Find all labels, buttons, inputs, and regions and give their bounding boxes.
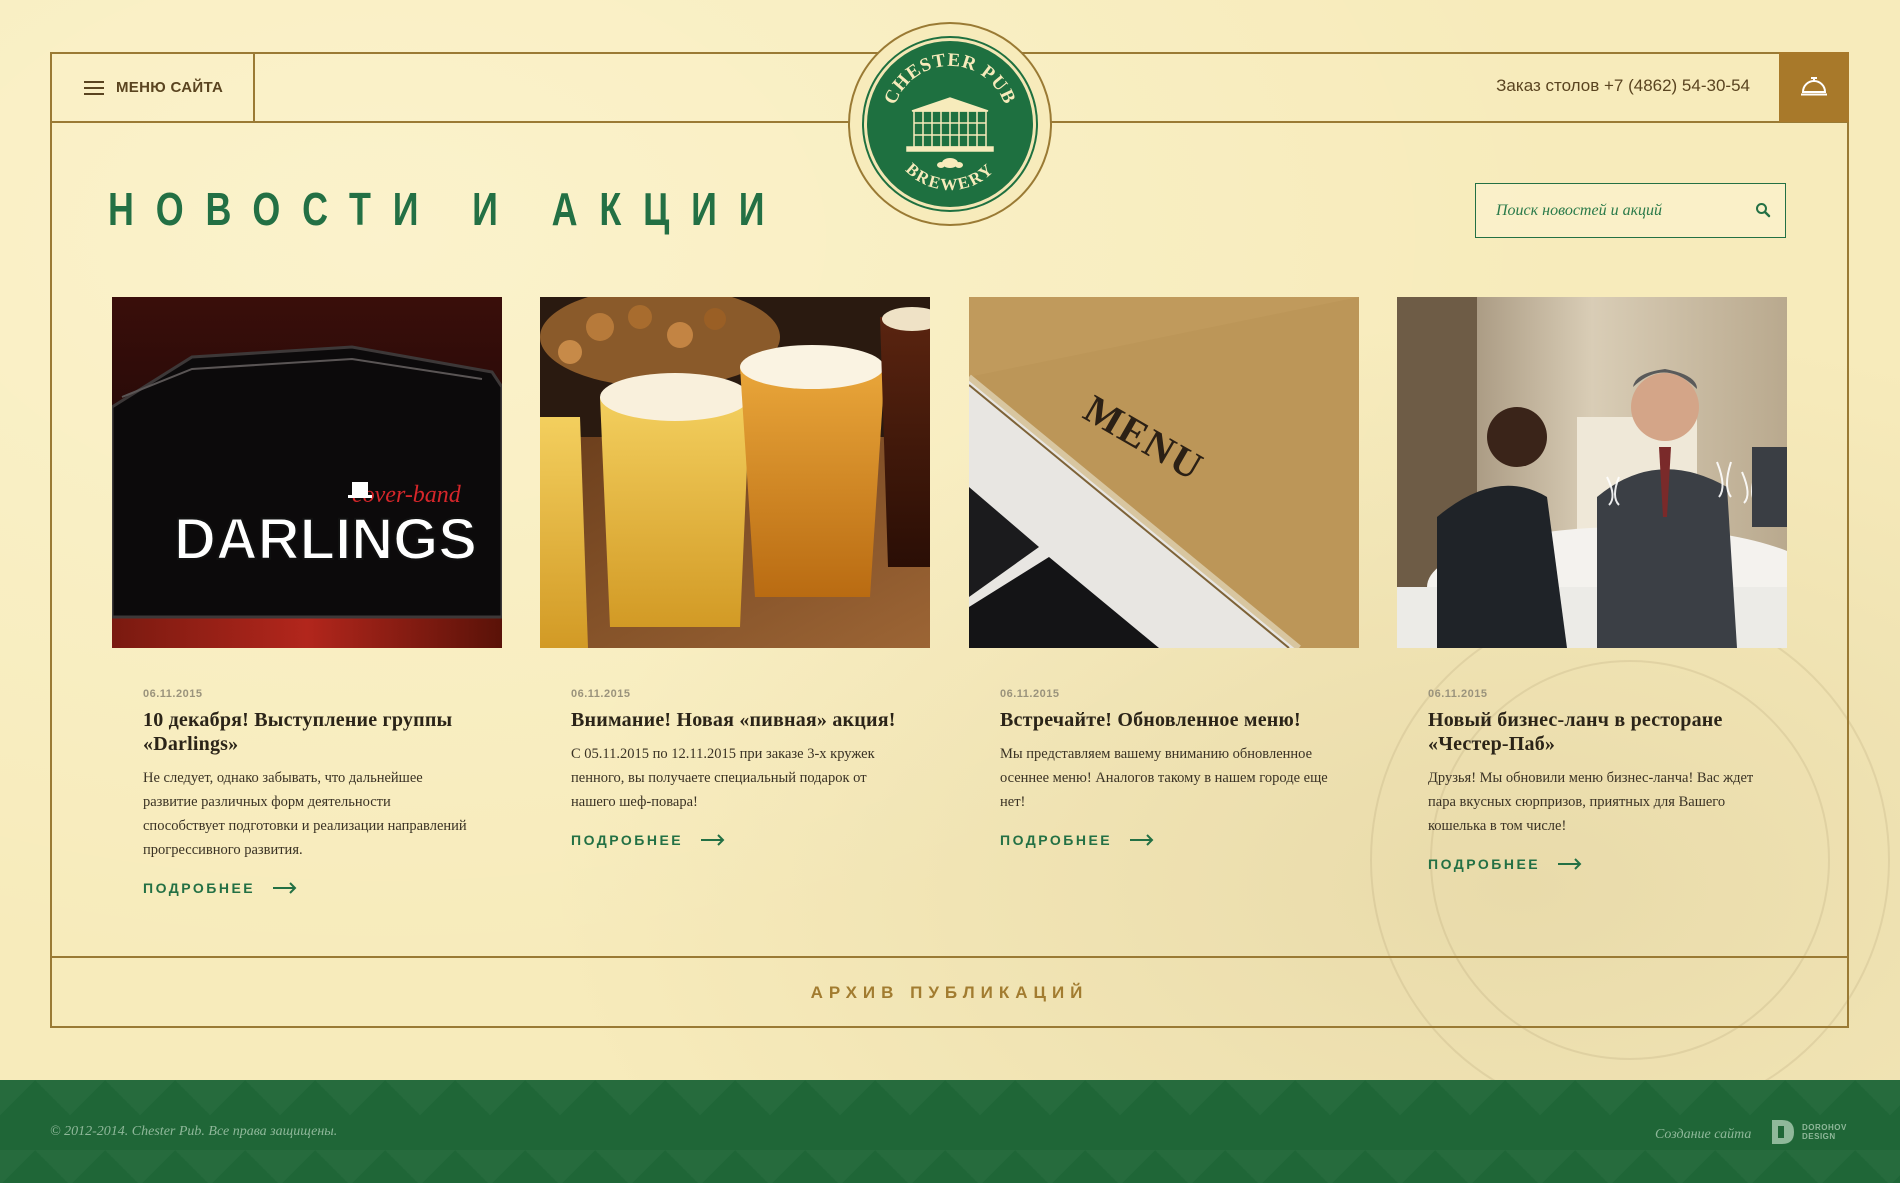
news-search-input[interactable] xyxy=(1496,201,1736,220)
news-card-image[interactable] xyxy=(540,297,930,648)
site-menu-label: МЕНЮ САЙТА xyxy=(116,79,224,96)
arrow-right-icon xyxy=(701,834,725,846)
studio-name-line2: DESIGN xyxy=(1802,1132,1836,1141)
arrow-right-icon xyxy=(1130,834,1154,846)
archive-link[interactable]: АРХИВ ПУБЛИКАЦИЙ xyxy=(50,958,1849,1028)
news-card[interactable]: 06.11.2015 Внимание! Новая «пивная» акци… xyxy=(540,297,930,848)
arrow-right-icon xyxy=(1558,858,1582,870)
read-more-link[interactable]: ПОДРОБНЕЕ xyxy=(1428,856,1757,872)
news-date: 06.11.2015 xyxy=(1428,688,1488,700)
dorohov-d-icon xyxy=(1772,1120,1794,1144)
news-search xyxy=(1475,183,1786,238)
reservation-button[interactable] xyxy=(1779,52,1849,122)
archive-label: АРХИВ ПУБЛИКАЦИЙ xyxy=(810,983,1089,1002)
news-date: 06.11.2015 xyxy=(1000,688,1060,700)
made-by-link[interactable]: Создание сайта xyxy=(1655,1127,1751,1143)
news-title[interactable]: 10 декабря! Выступление группы «Darlings… xyxy=(143,708,472,756)
read-more-label: ПОДРОБНЕЕ xyxy=(1000,832,1113,848)
news-title[interactable]: Новый бизнес-ланч в ресторане «Честер-Па… xyxy=(1428,708,1757,756)
news-title[interactable]: Встречайте! Обновленное меню! xyxy=(1000,708,1329,732)
page-title: НОВОСТИ И АКЦИИ xyxy=(108,183,787,235)
news-card-image[interactable]: DARLINGS cover-band xyxy=(112,297,502,648)
read-more-label: ПОДРОБНЕЕ xyxy=(143,880,256,896)
hamburger-icon xyxy=(84,80,104,95)
news-card-image[interactable] xyxy=(1397,297,1787,648)
read-more-link[interactable]: ПОДРОБНЕЕ xyxy=(1000,832,1329,848)
read-more-label: ПОДРОБНЕЕ xyxy=(571,832,684,848)
news-card-image[interactable]: MENU xyxy=(969,297,1359,648)
logo-emblem: CHESTER PUB BREWERY xyxy=(880,50,1019,194)
copyright-text: © 2012-2014. Chester Pub. Все права защи… xyxy=(50,1124,338,1139)
darlings-logo-text: DARLINGS xyxy=(174,507,477,572)
read-more-label: ПОДРОБНЕЕ xyxy=(1428,856,1541,872)
read-more-link[interactable]: ПОДРОБНЕЕ xyxy=(143,880,472,896)
news-description: Друзья! Мы обновили меню бизнес-ланча! В… xyxy=(1428,770,1754,834)
arrow-right-icon xyxy=(273,882,297,894)
hops-icon xyxy=(937,158,963,168)
table-booking-phone[interactable]: Заказ столов +7 (4862) 54-30-54 xyxy=(1496,76,1750,96)
news-card[interactable]: DARLINGS cover-band 06.11.2015 10 декабр… xyxy=(112,297,502,896)
news-title[interactable]: Внимание! Новая «пивная» акция! xyxy=(571,708,900,732)
read-more-link[interactable]: ПОДРОБНЕЕ xyxy=(571,832,900,848)
service-bell-icon xyxy=(1801,77,1827,96)
news-description: С 05.11.2015 по 12.11.2015 при заказе 3-… xyxy=(571,746,875,810)
chester-pub-logo[interactable]: CHESTER PUB BREWERY xyxy=(864,38,1036,210)
studio-logo[interactable]: DOROHOV DESIGN xyxy=(1770,1118,1847,1146)
news-date: 06.11.2015 xyxy=(571,688,631,700)
news-description: Мы представляем вашему вниманию обновлен… xyxy=(1000,746,1328,810)
news-card[interactable]: MENU 06.11.2015 Встречайте! Обновленное … xyxy=(969,297,1359,848)
building-icon xyxy=(906,97,994,152)
site-menu-button[interactable]: МЕНЮ САЙТА xyxy=(52,54,255,121)
search-icon[interactable] xyxy=(1755,202,1771,218)
studio-name-line1: DOROHOV xyxy=(1802,1123,1847,1132)
news-date: 06.11.2015 xyxy=(143,688,203,700)
news-description: Не следует, однако забывать, что дальней… xyxy=(143,770,467,858)
news-card[interactable]: 06.11.2015 Новый бизнес-ланч в ресторане… xyxy=(1397,297,1787,872)
